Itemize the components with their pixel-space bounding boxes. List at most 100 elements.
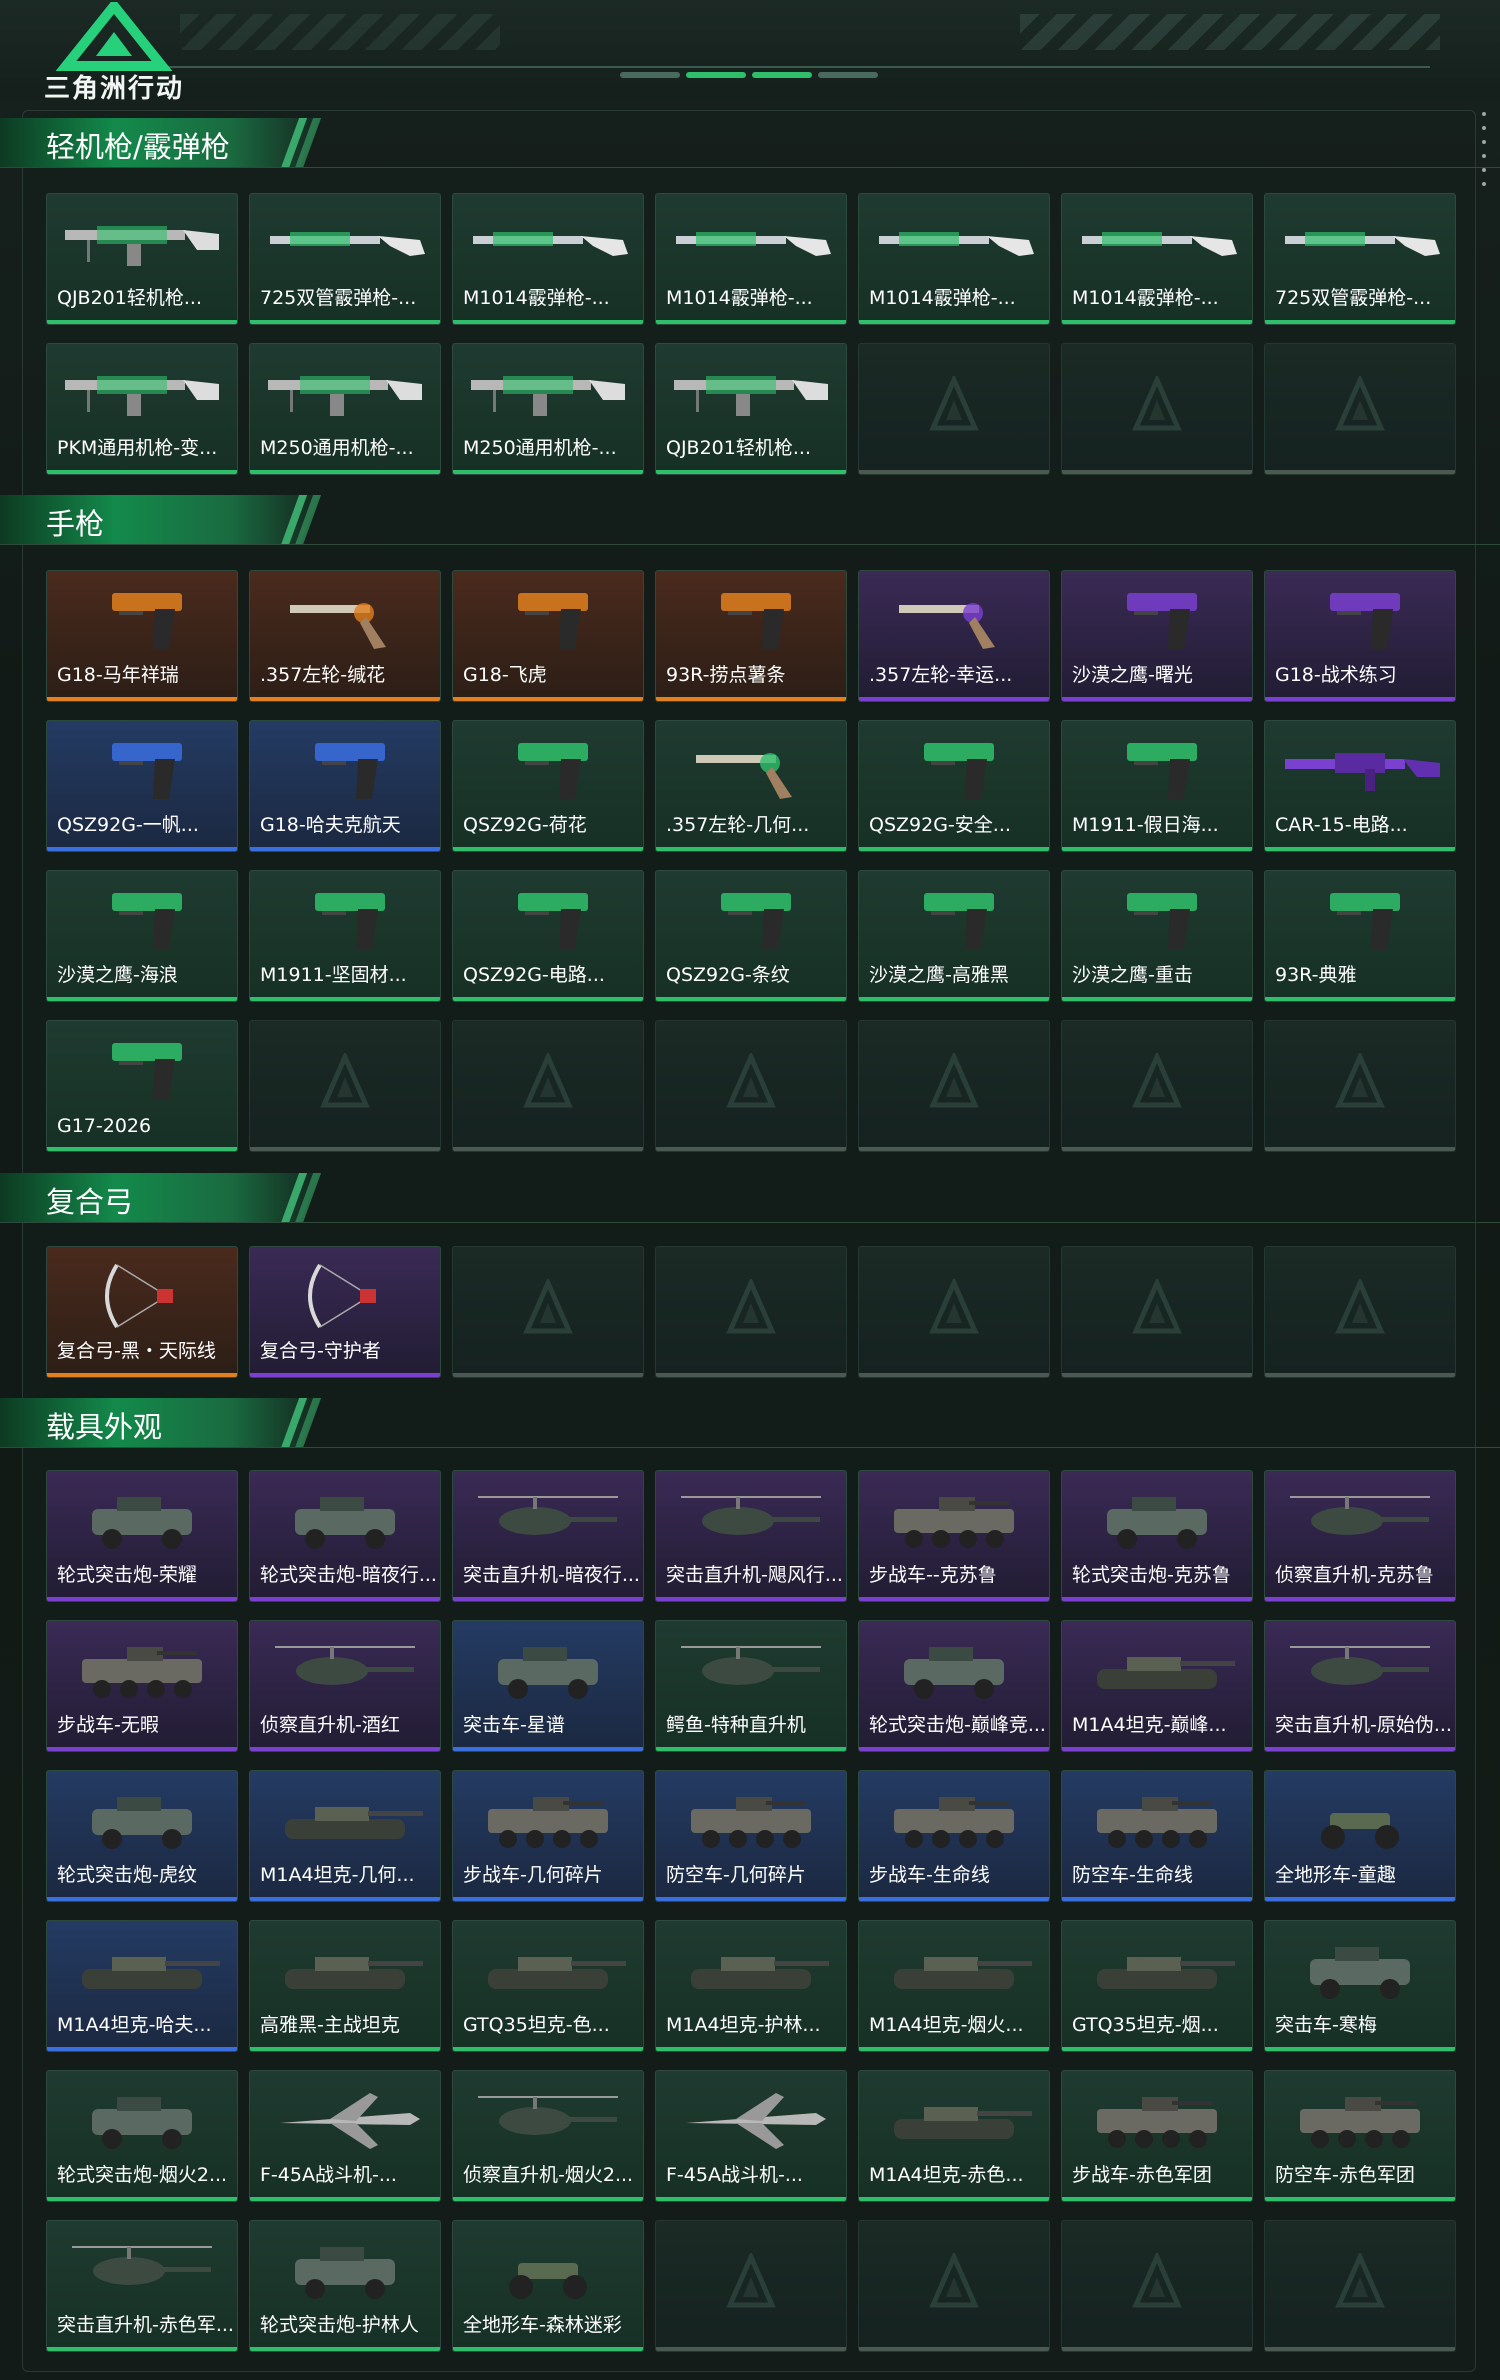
skin-card[interactable]: GTQ35坦克-烟...	[1061, 1920, 1253, 2052]
skin-card[interactable]: 步战车-几何碎片	[452, 1770, 644, 1902]
skin-card[interactable]: M1A4坦克-赤色...	[858, 2070, 1050, 2202]
skin-card[interactable]: G18-哈夫克航天	[249, 720, 441, 852]
rarity-bar	[656, 847, 846, 851]
rarity-bar	[1062, 1897, 1252, 1901]
skin-name: 防空车-几何碎片	[666, 1864, 806, 1886]
pistol-icon	[869, 883, 1039, 957]
skin-card[interactable]: .357左轮-幸运...	[858, 570, 1050, 702]
bow-icon	[57, 1259, 227, 1333]
skin-card[interactable]: 93R-典雅	[1264, 870, 1456, 1002]
skin-card[interactable]: 突击直升机-原始伪...	[1264, 1620, 1456, 1752]
skin-card[interactable]: 突击直升机-飓风行...	[655, 1470, 847, 1602]
skin-card[interactable]: 复合弓-黑・天际线	[46, 1246, 238, 1378]
skin-card[interactable]: 沙漠之鹰-高雅黑	[858, 870, 1050, 1002]
skin-card[interactable]: 轮式突击炮-巅峰竞...	[858, 1620, 1050, 1752]
skin-card[interactable]: 防空车-赤色军团	[1264, 2070, 1456, 2202]
skin-card[interactable]: 侦察直升机-酒红	[249, 1620, 441, 1752]
skin-card[interactable]: M1911-假日海...	[1061, 720, 1253, 852]
skin-card[interactable]: QJB201轻机枪...	[46, 193, 238, 325]
skin-card[interactable]: 步战车-无暇	[46, 1620, 238, 1752]
skin-card[interactable]: M1014霰弹枪-...	[655, 193, 847, 325]
skin-card[interactable]: 突击直升机-暗夜行...	[452, 1470, 644, 1602]
skin-card[interactable]: .357左轮-几何...	[655, 720, 847, 852]
skin-card[interactable]: 全地形车-森林迷彩	[452, 2220, 644, 2352]
rarity-bar	[1265, 2047, 1455, 2051]
rarity-bar	[453, 1747, 643, 1751]
skin-card[interactable]: QJB201轻机枪...	[655, 343, 847, 475]
skin-card[interactable]: M250通用机枪-...	[452, 343, 644, 475]
skin-card[interactable]: G17-2026	[46, 1020, 238, 1152]
skin-card[interactable]: M1A4坦克-哈夫...	[46, 1920, 238, 2052]
skin-name: GTQ35坦克-色...	[463, 2014, 610, 2036]
skin-card[interactable]: 轮式突击炮-荣耀	[46, 1470, 238, 1602]
skin-card[interactable]: GTQ35坦克-色...	[452, 1920, 644, 2052]
skin-card[interactable]: 高雅黑-主战坦克	[249, 1920, 441, 2052]
slot-bar	[1062, 470, 1252, 474]
skin-card[interactable]: CAR-15-电路...	[1264, 720, 1456, 852]
skin-card[interactable]: PKM通用机枪-变...	[46, 343, 238, 475]
skin-card[interactable]: M1A4坦克-烟火...	[858, 1920, 1050, 2052]
skin-card[interactable]: M1A4坦克-几何...	[249, 1770, 441, 1902]
skin-card[interactable]: 防空车-生命线	[1061, 1770, 1253, 1902]
skin-card[interactable]: 轮式突击炮-暗夜行...	[249, 1470, 441, 1602]
skin-card[interactable]: M1014霰弹枪-...	[858, 193, 1050, 325]
rarity-bar	[656, 1897, 846, 1901]
skin-card[interactable]: QSZ92G-荷花	[452, 720, 644, 852]
skin-card[interactable]: 725双管霰弹枪-...	[1264, 193, 1456, 325]
lmg-icon	[666, 356, 836, 430]
skin-name: M1A4坦克-哈夫...	[57, 2014, 212, 2036]
tank-icon	[260, 1783, 430, 1857]
skin-card[interactable]: QSZ92G-安全...	[858, 720, 1050, 852]
skin-name: M1911-坚固材...	[260, 964, 407, 986]
skin-card[interactable]: 725双管霰弹枪-...	[249, 193, 441, 325]
rarity-bar	[859, 847, 1049, 851]
skin-card[interactable]: 全地形车-童趣	[1264, 1770, 1456, 1902]
skin-card[interactable]: 侦察直升机-克苏鲁	[1264, 1470, 1456, 1602]
skin-card[interactable]: 突击车-星谱	[452, 1620, 644, 1752]
skin-card[interactable]: 轮式突击炮-克苏鲁	[1061, 1470, 1253, 1602]
skin-card[interactable]: 步战车-赤色军团	[1061, 2070, 1253, 2202]
skin-card[interactable]: 复合弓-守护者	[249, 1246, 441, 1378]
skin-card[interactable]: G18-飞虎	[452, 570, 644, 702]
skin-card[interactable]: .357左轮-缄花	[249, 570, 441, 702]
empty-slot	[452, 1020, 644, 1152]
skin-name: 侦察直升机-烟火2...	[463, 2164, 634, 2186]
skin-name: 沙漠之鹰-曙光	[1072, 664, 1193, 686]
scroll-indicator[interactable]	[1482, 112, 1486, 196]
skin-card[interactable]: M1A4坦克-护林...	[655, 1920, 847, 2052]
skin-card[interactable]: M1014霰弹枪-...	[1061, 193, 1253, 325]
skin-card[interactable]: 沙漠之鹰-曙光	[1061, 570, 1253, 702]
skin-card[interactable]: 93R-捞点薯条	[655, 570, 847, 702]
skin-card[interactable]: 沙漠之鹰-海浪	[46, 870, 238, 1002]
skin-card[interactable]: G18-战术练习	[1264, 570, 1456, 702]
rarity-bar	[859, 697, 1049, 701]
skin-card[interactable]: QSZ92G-一帆...	[46, 720, 238, 852]
skin-card[interactable]: F-45A战斗机-...	[655, 2070, 847, 2202]
skin-name: QSZ92G-一帆...	[57, 814, 199, 836]
skin-name: 突击直升机-赤色军...	[57, 2314, 234, 2336]
skin-card[interactable]: 步战车--克苏鲁	[858, 1470, 1050, 1602]
skin-card[interactable]: 步战车-生命线	[858, 1770, 1050, 1902]
skin-card[interactable]: 轮式突击炮-烟火2...	[46, 2070, 238, 2202]
skin-card[interactable]: 防空车-几何碎片	[655, 1770, 847, 1902]
skin-card[interactable]: M250通用机枪-...	[249, 343, 441, 475]
skin-card[interactable]: 突击车-寒梅	[1264, 1920, 1456, 2052]
skin-card[interactable]: 鳄鱼-特种直升机	[655, 1620, 847, 1752]
skin-card[interactable]: 突击直升机-赤色军...	[46, 2220, 238, 2352]
slot-bar	[656, 1373, 846, 1377]
skin-card[interactable]: G18-马年祥瑞	[46, 570, 238, 702]
skin-card[interactable]: M1911-坚固材...	[249, 870, 441, 1002]
skin-card[interactable]: QSZ92G-条纹	[655, 870, 847, 1002]
skin-card[interactable]: M1014霰弹枪-...	[452, 193, 644, 325]
skin-card[interactable]: M1A4坦克-巅峰...	[1061, 1620, 1253, 1752]
skin-card[interactable]: 侦察直升机-烟火2...	[452, 2070, 644, 2202]
skin-card[interactable]: 轮式突击炮-虎纹	[46, 1770, 238, 1902]
shotgun-icon	[1072, 206, 1242, 280]
rarity-bar	[656, 997, 846, 1001]
skin-card[interactable]: QSZ92G-电路...	[452, 870, 644, 1002]
skin-card[interactable]: 轮式突击炮-护林人	[249, 2220, 441, 2352]
logo-text: 三角洲行动	[44, 74, 185, 104]
skin-card[interactable]: 沙漠之鹰-重击	[1061, 870, 1253, 1002]
apc-icon	[869, 1483, 1039, 1557]
skin-card[interactable]: F-45A战斗机-...	[249, 2070, 441, 2202]
